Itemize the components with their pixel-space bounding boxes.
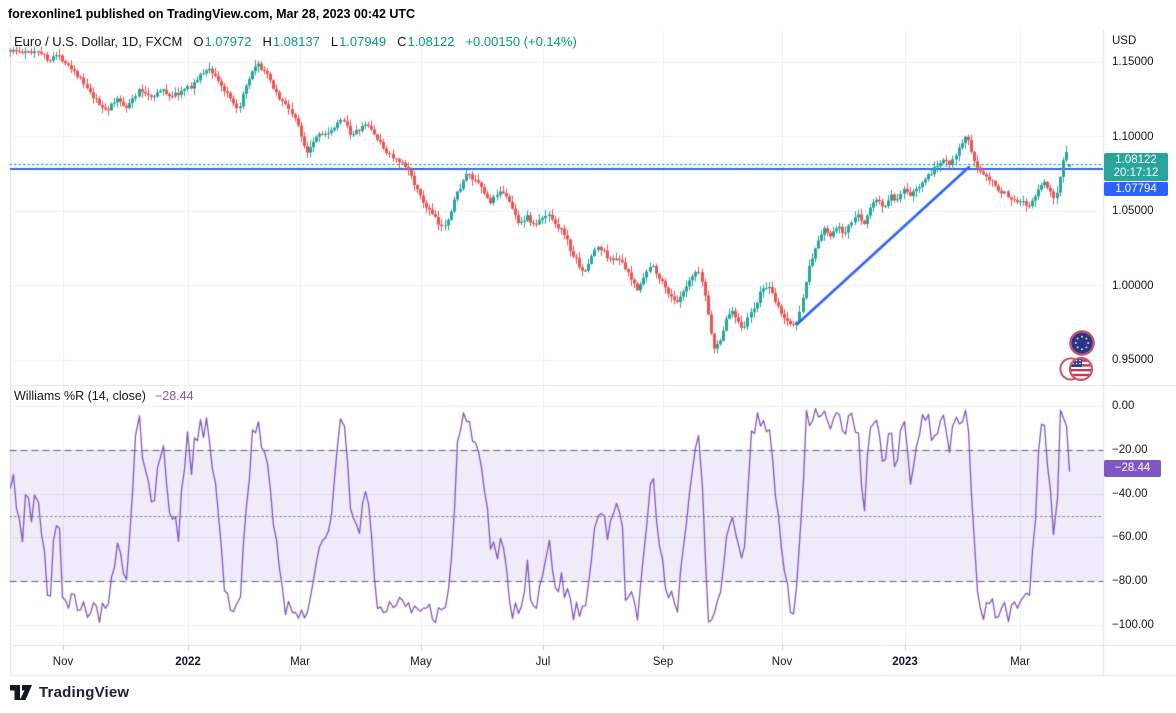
ohlc-low: L1.07949	[331, 34, 386, 49]
price-chart-canvas[interactable]	[0, 0, 1176, 713]
time-axis-label: Jul	[536, 656, 551, 668]
horizontal-line-price-badge: 1.07794	[1104, 182, 1168, 196]
tradingview-logo-icon	[10, 684, 32, 701]
tradingview-chart-screenshot: forexonline1 published on TradingView.co…	[0, 0, 1176, 713]
symbol-title: Euro / U.S. Dollar, 1D, FXCM	[14, 34, 182, 49]
time-axis-label: Mar	[1010, 656, 1030, 668]
time-axis-label: Sep	[653, 656, 673, 668]
eu-flag-icon	[1068, 329, 1096, 357]
countdown-timer: 20:17:12	[1114, 167, 1159, 180]
time-axis-label: 2022	[175, 656, 201, 668]
symbol-legend[interactable]: Euro / U.S. Dollar, 1D, FXCM O1.07972 H1…	[14, 34, 577, 49]
price-axis-label: 1.15000	[1112, 56, 1154, 68]
tradingview-logo-text: TradingView	[39, 684, 129, 701]
williams-r-axis-label: −60.00	[1112, 531, 1148, 543]
williams-r-axis-label: −20.00	[1112, 444, 1148, 456]
price-axis-label: 0.95000	[1112, 354, 1154, 366]
williams-r-legend[interactable]: Williams %R (14, close) −28.44	[14, 389, 194, 403]
ohlc-close: C1.08122	[397, 34, 454, 49]
us-flag-icon	[1059, 355, 1095, 383]
time-axis-label: Mar	[290, 656, 310, 668]
ohlc-high: H1.08137	[262, 34, 319, 49]
time-axis-label: May	[410, 656, 432, 668]
price-axis-label: 1.05000	[1112, 205, 1154, 217]
time-axis-label: Nov	[53, 656, 73, 668]
tradingview-logo[interactable]: TradingView	[10, 684, 129, 701]
price-change: +0.00150 (+0.14%)	[465, 34, 576, 49]
ohlc-open: O1.07972	[193, 34, 251, 49]
williams-r-title: Williams %R (14, close)	[14, 389, 146, 403]
williams-r-axis-label: −40.00	[1112, 488, 1148, 500]
last-price-badge: 1.08122 20:17:12	[1104, 153, 1168, 181]
williams-r-axis-label: −80.00	[1112, 575, 1148, 587]
time-axis-label: 2023	[892, 656, 918, 668]
williams-r-value-badge: −28.44	[1104, 460, 1161, 477]
williams-r-axis-label: 0.00	[1112, 400, 1134, 412]
williams-r-axis-label: −100.00	[1112, 619, 1154, 631]
currency-label: USD	[1112, 35, 1136, 47]
time-axis-label: Nov	[772, 656, 792, 668]
williams-r-value: −28.44	[155, 389, 194, 403]
price-axis-label: 1.00000	[1112, 280, 1154, 292]
price-axis-label: 1.10000	[1112, 131, 1154, 143]
